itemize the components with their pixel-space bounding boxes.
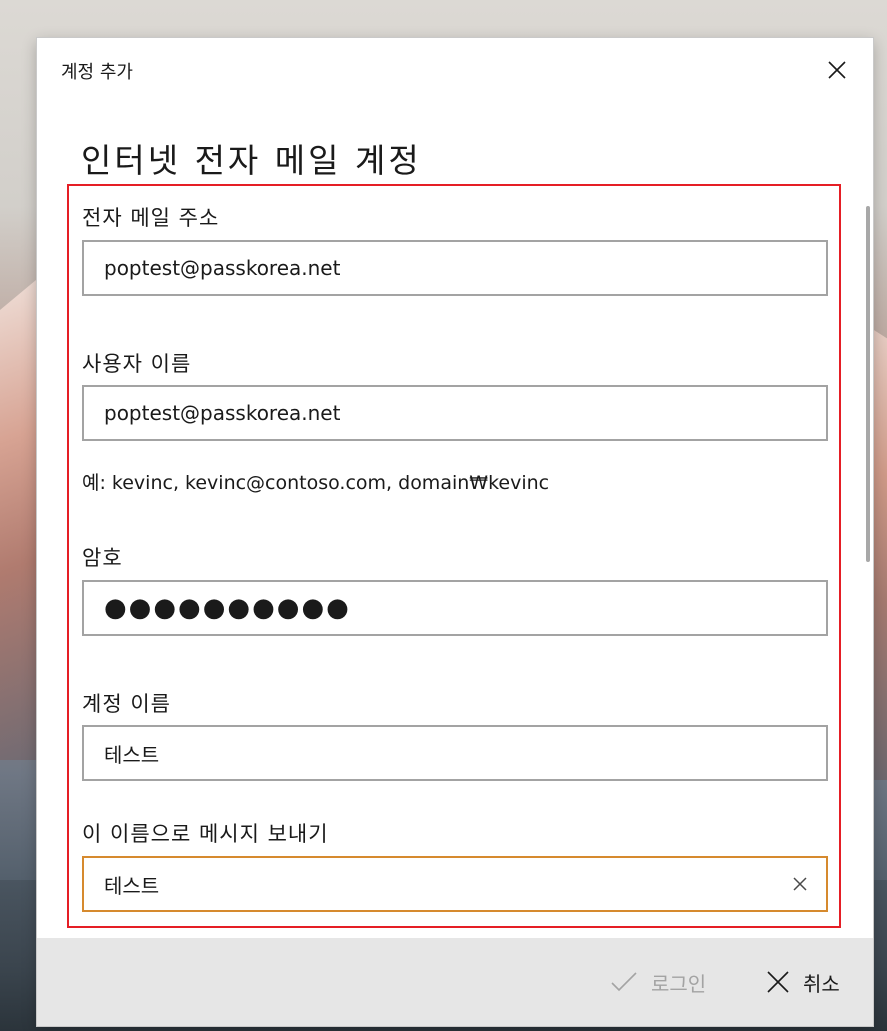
dialog-titlebar: 계정 추가 (37, 38, 873, 102)
close-button[interactable] (815, 50, 859, 90)
email-value: poptest@passkorea.net (104, 256, 341, 280)
account-name-label: 계정 이름 (82, 692, 171, 716)
cancel-x-icon (767, 971, 789, 993)
email-label: 전자 메일 주소 (82, 206, 220, 230)
checkmark-icon (611, 972, 637, 992)
email-field[interactable]: poptest@passkorea.net (82, 240, 828, 296)
dialog-title: 계정 추가 (61, 62, 133, 83)
send-name-label: 이 이름으로 메시지 보내기 (82, 822, 329, 846)
send-name-field[interactable]: 테스트 (82, 856, 828, 912)
username-label: 사용자 이름 (82, 352, 192, 376)
clear-button[interactable] (780, 864, 820, 904)
signin-label: 로그인 (651, 971, 707, 996)
account-name-value: 테스트 (104, 742, 160, 767)
password-field[interactable]: ●●●●●●●●●● (82, 580, 828, 636)
add-account-dialog: 계정 추가 인터넷 전자 메일 계정 전자 메일 주소 poptest@pass… (37, 38, 873, 1026)
signin-button[interactable]: 로그인 (611, 960, 706, 1004)
clear-icon (793, 877, 807, 891)
scrollbar[interactable] (866, 206, 870, 562)
send-name-value: 테스트 (104, 873, 160, 898)
cancel-label: 취소 (803, 971, 840, 996)
page-title: 인터넷 전자 메일 계정 (81, 141, 422, 180)
close-icon (828, 61, 846, 79)
username-hint: 예: kevinc, kevinc@contoso.com, domain₩ke… (82, 472, 550, 494)
username-value: poptest@passkorea.net (104, 401, 341, 425)
password-label: 암호 (82, 546, 123, 570)
account-name-field[interactable]: 테스트 (82, 725, 828, 781)
dialog-footer: 로그인 취소 (37, 938, 873, 1026)
username-field[interactable]: poptest@passkorea.net (82, 385, 828, 441)
password-value: ●●●●●●●●●● (104, 593, 351, 623)
cancel-button[interactable]: 취소 (767, 960, 840, 1004)
